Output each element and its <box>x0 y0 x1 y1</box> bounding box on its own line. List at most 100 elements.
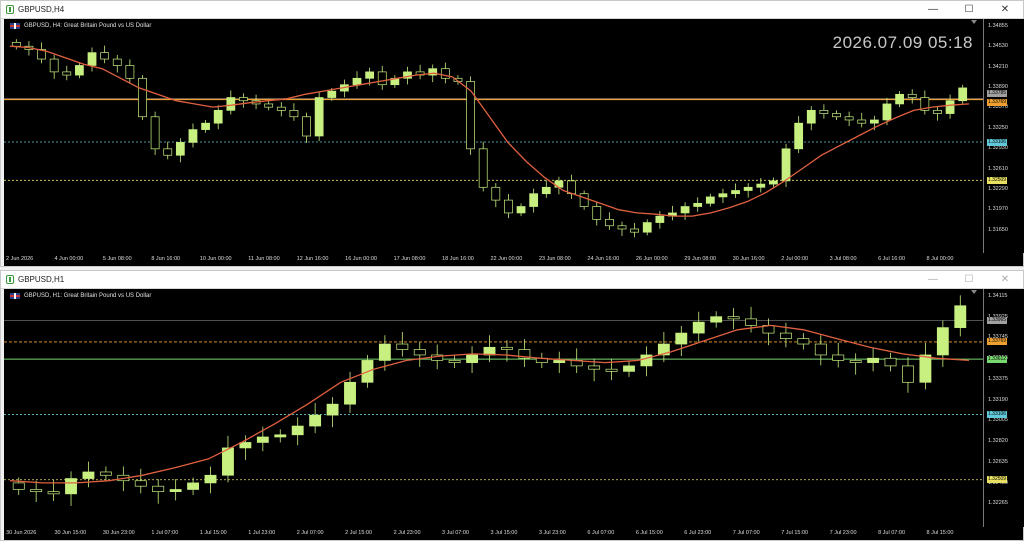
time-tick-label: 8 Jul 00:00 <box>926 256 954 262</box>
candle-body <box>869 119 879 124</box>
time-tick-label: 4 Jun 00:00 <box>54 256 84 262</box>
time-tick-label: 30 Jun 23:00 <box>102 530 135 536</box>
candle-body <box>945 100 955 114</box>
candle-body <box>882 103 892 121</box>
time-tick-label: 8 Jul 15:00 <box>926 530 954 536</box>
h1-candlestick-chart <box>4 290 983 506</box>
time-tick-label: 30 Jun 2026 <box>6 530 37 536</box>
time-tick-label: 6 Jul 16:00 <box>878 256 906 262</box>
time-tick-label: 7 Jul 07:00 <box>732 530 760 536</box>
candle-body <box>204 474 217 484</box>
h1-chart-title: GBPUSD, H1: Great Britain Pound vs US Do… <box>10 293 151 299</box>
candle-body <box>226 97 236 111</box>
candle-body <box>65 478 77 495</box>
candle-body <box>605 368 618 372</box>
price-tag: 1.33769 <box>987 99 1008 107</box>
candle-body <box>309 414 322 427</box>
time-tick-label: 8 Jun 16:00 <box>151 256 181 262</box>
candle-body <box>150 116 160 150</box>
h4-plot-area[interactable]: GBPUSD, H4: Great Britain Pound vs US Do… <box>4 19 983 253</box>
maximize-button[interactable]: ☐ <box>951 1 987 18</box>
candle-body <box>902 365 914 383</box>
h1-plot-area[interactable]: GBPUSD, H1: Great Britain Pound vs US Do… <box>4 289 983 527</box>
candle-body <box>289 110 299 118</box>
time-tick-label: 7 Jul 15:00 <box>781 530 809 536</box>
h4-chart-title-text: GBPUSD, H4: Great Britain Pound vs US Do… <box>24 23 152 29</box>
maximize-button[interactable]: ☐ <box>951 271 987 288</box>
time-tick-label: 2 Jun 2026 <box>6 256 34 262</box>
time-tick-label: 24 Jun 16:00 <box>587 256 620 262</box>
candle-body <box>291 425 304 436</box>
price-tick-label: 1.34855 <box>988 23 1008 29</box>
price-tick-label: 1.31970 <box>988 206 1008 213</box>
time-tick-label: 30 Jun 16:00 <box>732 256 765 262</box>
h1-time-axis[interactable]: 30 Jun 2026 30 Jun 15:00 30 Jun 23:00 1 Jul… <box>4 527 1023 540</box>
candle-body <box>579 193 589 207</box>
candle-body <box>731 190 740 195</box>
h1-window-titlebar[interactable]: GBPUSD,H1 — ☐ ✕ <box>1 271 1023 289</box>
price-tick-label: 1.33375 <box>988 375 1008 382</box>
current-bar-marker <box>971 20 977 24</box>
h4-chart-title: GBPUSD, H4: Great Britain Pound vs US Do… <box>10 23 151 29</box>
candle-body <box>623 365 635 372</box>
candle-body <box>413 349 426 356</box>
time-tick-label: 3 Jul 08:00 <box>829 256 857 262</box>
close-button[interactable]: ✕ <box>987 271 1023 288</box>
candle-body <box>344 381 356 405</box>
candle-body <box>491 186 501 201</box>
minimize-button[interactable]: — <box>915 271 951 288</box>
time-tick-label: 29 Jun 08:00 <box>684 256 717 262</box>
h1-chart-window: GBPUSD,H1 — ☐ ✕ GBPUSD, H1: Great Britai… <box>0 270 1024 541</box>
candle-body <box>478 148 488 188</box>
candle-body <box>933 110 942 114</box>
candle-body <box>326 403 339 416</box>
time-tick-label: 26 Jun 00:00 <box>635 256 668 262</box>
candle-body <box>675 332 688 345</box>
candle-body <box>857 119 867 124</box>
price-tag: 1.33785 <box>987 90 1008 98</box>
candle-body <box>152 485 165 493</box>
candle-body <box>680 206 690 214</box>
candle-body <box>100 52 110 60</box>
candle-body <box>256 436 269 443</box>
price-tick-label: 1.34210 <box>988 63 1008 70</box>
h4-window-titlebar[interactable]: GBPUSD,H4 — ☐ ✕ <box>1 1 1023 19</box>
price-tick-label: 1.33005 <box>988 417 1008 424</box>
candle-body <box>806 110 816 124</box>
candle-body <box>134 480 147 487</box>
time-tick-label: 3 Jul 07:00 <box>442 530 469 536</box>
close-button[interactable]: ✕ <box>987 1 1023 18</box>
time-tick-label: 30 Jun 15:00 <box>54 530 87 536</box>
candle-body <box>327 90 337 98</box>
candle-body <box>797 338 810 345</box>
price-tag: 1.33106 <box>987 410 1008 418</box>
price-tick-label: 1.33190 <box>988 396 1008 403</box>
price-tick-label: 1.32610 <box>988 165 1008 172</box>
minimize-button[interactable]: — <box>915 1 951 18</box>
h4-time-axis[interactable]: 2 Jun 2026 4 Jun 00:00 5 Jun 08:00 8 Jun 16… <box>4 253 1023 266</box>
time-tick-label: 5 Jun 08:00 <box>102 256 132 262</box>
candle-body <box>213 110 223 124</box>
time-tick-label: 2 Jul 07:00 <box>296 530 324 536</box>
candle-body <box>592 206 602 220</box>
time-tick-label: 16 Jun 00:00 <box>345 256 377 262</box>
time-tick-label: 10 Jun 00:00 <box>199 256 232 262</box>
candle-body <box>49 58 59 73</box>
candle-body <box>588 365 601 370</box>
time-tick-label: 12 Jun 16:00 <box>296 256 329 262</box>
candle-body <box>82 471 95 479</box>
candle-body <box>958 87 968 102</box>
candle-body <box>794 122 804 150</box>
candle-body <box>867 357 880 363</box>
chart-window-icon <box>6 5 14 14</box>
h1-price-axis[interactable]: 1.341151.339251.337451.335551.333751.331… <box>983 289 1024 527</box>
candle-body <box>365 71 375 79</box>
price-tag: 1.33612 <box>987 355 1008 363</box>
candle-body <box>844 116 854 121</box>
time-tick-label: 1 Jul 07:00 <box>151 530 179 536</box>
candle-body <box>884 357 897 367</box>
candle-body <box>642 222 652 233</box>
time-tick-label: 1 Jul 15:00 <box>199 530 227 536</box>
time-tick-label: 6 Jul 07:00 <box>587 530 615 536</box>
h4-price-axis[interactable]: 1.34855 1.34530 1.34210 1.33890 1.33570 1.332… <box>983 19 1024 253</box>
